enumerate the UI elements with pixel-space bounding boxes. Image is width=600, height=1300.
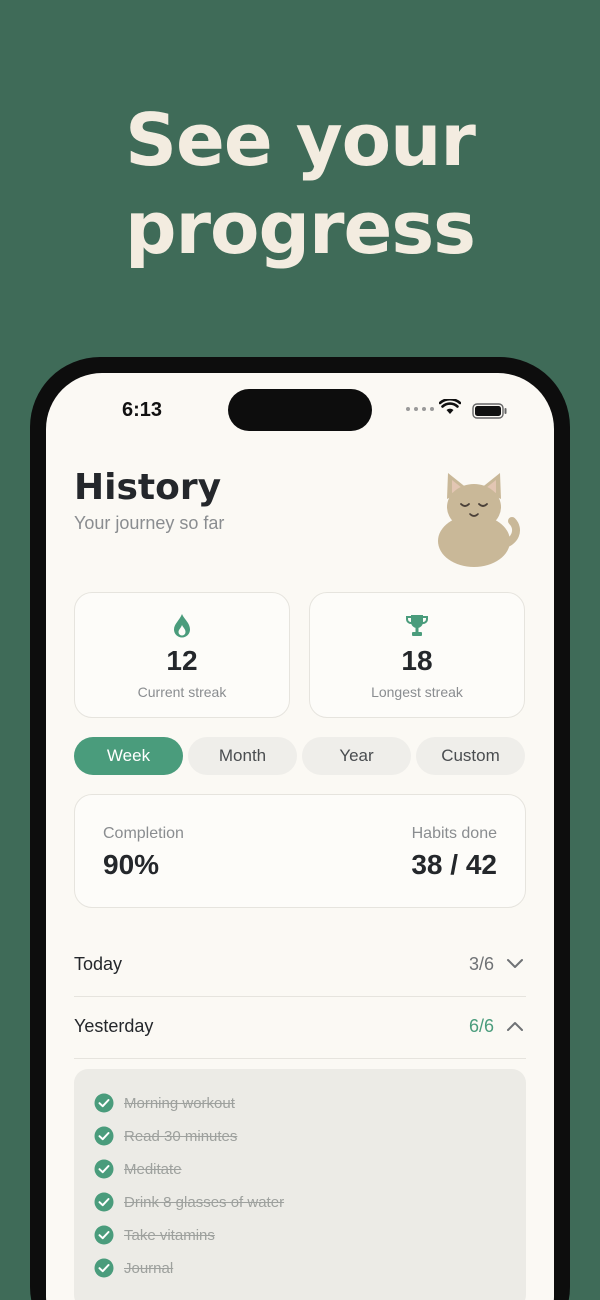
habit-label: Read 30 minutes <box>124 1127 238 1145</box>
habit-label: Drink 8 glasses of water <box>124 1193 285 1211</box>
tab-month[interactable]: Month <box>188 737 297 775</box>
habit-item[interactable]: Drink 8 glasses of water <box>94 1190 284 1214</box>
day-count: 3/6 <box>468 954 494 974</box>
check-circle-icon <box>94 1126 114 1146</box>
chevron-down-icon <box>507 959 523 968</box>
chevron-up-icon <box>507 1022 523 1031</box>
check-circle-icon <box>94 1192 114 1212</box>
tab-custom[interactable]: Custom <box>416 737 525 775</box>
headline-line-2: progress <box>124 186 476 270</box>
current-streak-label: Current streak <box>137 684 227 700</box>
check-circle-icon <box>94 1258 114 1278</box>
trophy-icon <box>405 615 429 636</box>
signal-icon <box>406 407 434 411</box>
dynamic-island <box>228 389 372 431</box>
wifi-icon <box>439 399 461 414</box>
habit-label: Morning workout <box>124 1094 235 1112</box>
habit-label: Meditate <box>124 1160 182 1178</box>
tab-week[interactable]: Week <box>74 737 183 775</box>
current-streak-card: 12 Current streak <box>74 592 290 718</box>
longest-streak-label: Longest streak <box>371 684 463 700</box>
habit-label: Journal <box>124 1259 174 1277</box>
promo-headline: See your progress <box>0 96 600 272</box>
current-streak-value: 12 <box>166 645 198 676</box>
habit-item[interactable]: Journal <box>94 1256 173 1280</box>
battery-icon <box>472 403 507 419</box>
longest-streak-card: 18 Longest streak <box>309 592 525 718</box>
habit-label: Take vitamins <box>124 1226 215 1244</box>
page-subtitle: Your journey so far <box>74 513 225 533</box>
day-name: Yesterday <box>74 1016 154 1036</box>
status-bar: 6:13 <box>46 373 554 443</box>
period-tabs: Week Month Year Custom <box>74 737 526 775</box>
page-title: History <box>74 467 222 508</box>
day-row-yesterday[interactable]: Yesterday 6/6 <box>74 997 526 1059</box>
habit-item[interactable]: Morning workout <box>94 1091 235 1115</box>
habits-done-label: Habits done <box>411 825 497 842</box>
habit-item[interactable]: Read 30 minutes <box>94 1124 237 1148</box>
habits-list: Morning workout Read 30 minutes Meditate… <box>74 1069 526 1300</box>
check-circle-icon <box>94 1225 114 1245</box>
day-name: Today <box>74 954 123 974</box>
completion-value: 90% <box>103 849 160 880</box>
flame-icon <box>174 614 190 638</box>
status-time: 6:13 <box>122 399 163 421</box>
day-count: 6/6 <box>468 1016 494 1036</box>
longest-streak-value: 18 <box>401 645 433 676</box>
habit-item[interactable]: Meditate <box>94 1157 182 1181</box>
cat-mascot-icon <box>438 473 520 567</box>
headline-line-1: See your <box>125 98 476 182</box>
habits-done-value: 38 / 42 <box>411 849 497 880</box>
habit-item[interactable]: Take vitamins <box>94 1223 215 1247</box>
day-row-today[interactable]: Today 3/6 <box>74 935 526 997</box>
check-circle-icon <box>94 1093 114 1113</box>
summary-card: Completion 90% Habits done 38 / 42 <box>74 794 526 908</box>
tab-year[interactable]: Year <box>302 737 411 775</box>
completion-label: Completion <box>103 825 184 842</box>
app-screen: 6:13 History Your journey so far 12 Curr… <box>46 373 554 1300</box>
check-circle-icon <box>94 1159 114 1179</box>
